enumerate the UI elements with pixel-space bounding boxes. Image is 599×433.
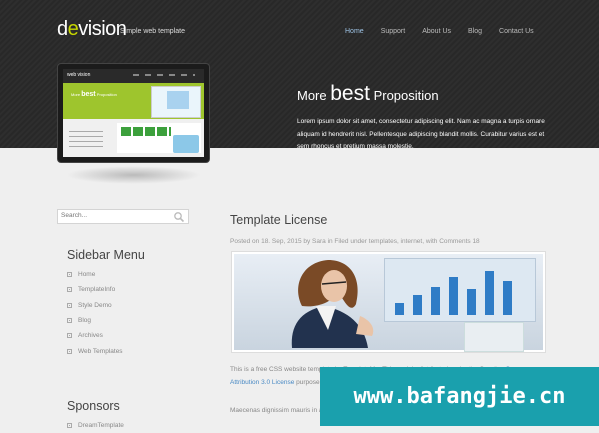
sponsors-title: Sponsors bbox=[67, 399, 120, 413]
screen-logo: web vision bbox=[67, 72, 91, 78]
main-nav: Home Support About Us Blog Contact Us bbox=[345, 28, 551, 35]
sidebar-item-style-demo[interactable]: Style Demo bbox=[67, 298, 123, 313]
promo-text: Lorem ipsum dolor sit amet, consectetur … bbox=[297, 118, 545, 150]
nav-about-us[interactable]: About Us bbox=[422, 28, 451, 35]
nav-support[interactable]: Support bbox=[381, 28, 406, 35]
screen-photo bbox=[173, 135, 199, 153]
screen-sidebar bbox=[69, 131, 103, 151]
post-image-laptop bbox=[464, 322, 524, 352]
nav-contact-us[interactable]: Contact Us bbox=[499, 28, 534, 35]
sidebar-menu-title: Sidebar Menu bbox=[67, 248, 145, 262]
bullet-icon bbox=[67, 272, 72, 278]
bullet-icon bbox=[67, 318, 72, 324]
sidebar-item-templateinfo[interactable]: TemplateInfo bbox=[67, 282, 123, 297]
screen-bars bbox=[121, 127, 171, 136]
bullet-icon bbox=[67, 333, 72, 339]
search-icon[interactable] bbox=[173, 211, 185, 223]
sidebar-item-archives[interactable]: Archives bbox=[67, 328, 123, 343]
sidebar-item-home[interactable]: Home bbox=[67, 267, 123, 282]
monitor-screen: web vision More best Proposition bbox=[63, 69, 204, 157]
site-logo[interactable]: devision bbox=[57, 18, 127, 41]
businesswoman-photo bbox=[291, 260, 374, 348]
monitor-image: web vision More best Proposition bbox=[58, 64, 209, 162]
promo-title: More best Proposition bbox=[297, 82, 439, 105]
post-meta: Posted on 18. Sep, 2015 by Sara in Filed… bbox=[230, 238, 480, 245]
nav-blog[interactable]: Blog bbox=[468, 28, 482, 35]
post-title[interactable]: Template License bbox=[230, 213, 327, 227]
bullet-icon bbox=[67, 348, 72, 354]
screen-nav bbox=[133, 74, 195, 76]
sidebar-item-web-templates[interactable]: Web Templates bbox=[67, 343, 123, 358]
post-image-chart-screen bbox=[384, 258, 536, 322]
watermark-banner: www.bafangjie.cn bbox=[320, 367, 599, 426]
search-input[interactable] bbox=[61, 212, 166, 219]
nav-home[interactable]: Home bbox=[345, 28, 364, 35]
post-image bbox=[231, 251, 546, 353]
sidebar-item-blog[interactable]: Blog bbox=[67, 313, 123, 328]
site-tagline: Simple web template bbox=[120, 28, 185, 35]
screen-thumbnail-inner bbox=[167, 91, 189, 109]
sidebar-menu-list: Home TemplateInfo Style Demo Blog Archiv… bbox=[67, 267, 123, 359]
screen-banner-text: More best Proposition bbox=[71, 91, 117, 98]
monitor-shadow bbox=[66, 166, 201, 184]
bullet-icon bbox=[67, 302, 72, 308]
bullet-icon bbox=[67, 287, 72, 293]
search-box bbox=[57, 209, 189, 224]
header: devision Simple web template Home Suppor… bbox=[0, 0, 599, 162]
